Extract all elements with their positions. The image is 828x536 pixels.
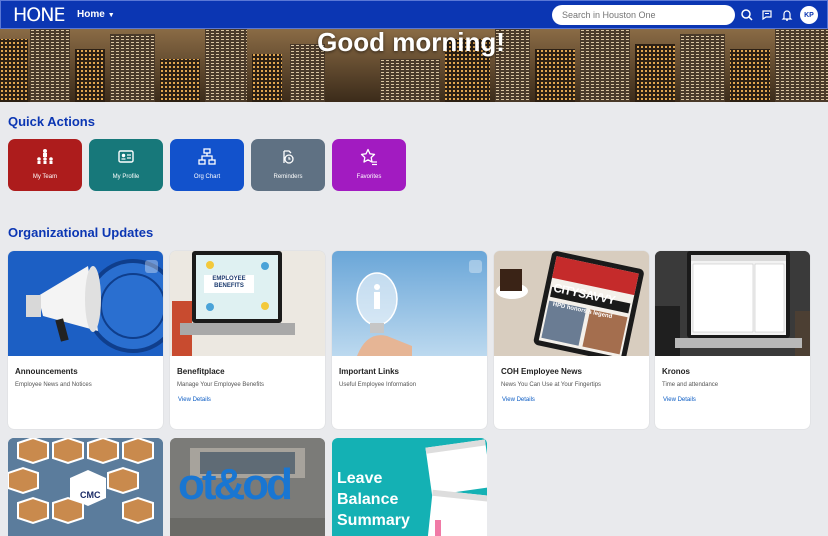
quick-action-my-profile[interactable]: My Profile [89,139,163,191]
info-lightbulb-image [332,251,487,356]
view-details-link[interactable]: View Details [502,397,535,403]
card-subtitle: Useful Employee Information [339,382,417,388]
org-updates-title: Organizational Updates [8,225,154,240]
view-details-link[interactable]: View Details [663,397,696,403]
card-cmc[interactable]: CMC [8,438,163,536]
hero-banner: Good morning! [0,29,828,102]
houston-one-logo[interactable]: HONE [13,4,65,26]
favorites-icon [360,148,377,166]
search-icon[interactable] [740,8,754,22]
cmc-collage-image [8,438,163,536]
home-menu-label: Home [77,9,105,20]
greeting-heading: Good morning! [0,29,828,55]
quick-actions-title: Quick Actions [8,114,95,129]
notifications-chat-icon[interactable] [760,8,774,22]
card-otod[interactable]: ot&od [170,438,325,536]
bell-icon[interactable] [780,8,794,22]
expand-icon[interactable] [469,260,482,273]
card-subtitle: Manage Your Employee Benefits [177,382,265,388]
card-title: Kronos [662,367,690,376]
employee-benefits-screen-text: EMPLOYEE BENEFITS [212,276,246,289]
quick-action-label: Favorites [356,174,382,180]
quick-action-favorites[interactable]: Favorites [332,139,406,191]
card-title: Benefitplace [177,367,225,376]
user-avatar[interactable]: KP [800,6,818,24]
quick-action-my-team[interactable]: My Team [8,139,82,191]
chevron-down-icon: ▼ [107,12,115,19]
card-subtitle: News You Can Use at Your Fingertips [501,382,602,388]
megaphone-image [8,251,163,356]
search-input[interactable] [552,5,735,25]
card-kronos[interactable]: Kronos Time and attendance View Details [655,251,810,429]
kronos-laptop-image [655,251,810,356]
reminder-icon [283,150,294,164]
quick-action-org-chart[interactable]: Org Chart [170,139,244,191]
card-coh-employee-news[interactable]: CITYSAVVY HPD honors a legend COH Employ… [494,251,649,429]
home-menu[interactable]: Home ▼ [77,9,115,20]
quick-action-label: Reminders [273,174,303,180]
card-title: Announcements [15,367,78,376]
profile-icon [118,150,134,163]
quick-action-label: My Team [32,174,58,180]
cmc-logo-text: CMC [80,490,101,500]
greeting-text: Good morning! [317,29,505,57]
quick-action-reminders[interactable]: Reminders [251,139,325,191]
quick-action-label: My Profile [112,174,140,180]
expand-icon[interactable] [145,260,158,273]
card-announcements[interactable]: Announcements Employee News and Notices [8,251,163,429]
card-title: COH Employee News [501,367,582,376]
city-savvy-tablet-image: CITYSAVVY HPD honors a legend [494,251,649,356]
view-details-link[interactable]: View Details [178,397,211,403]
leave-balance-summary-text: Leave Balance Summary [337,470,410,529]
card-leave-balance-summary[interactable]: Leave Balance Summary [332,438,487,536]
team-icon [37,149,53,164]
otod-sign-text: ot&od [178,460,293,509]
card-subtitle: Employee News and Notices [15,382,92,388]
card-subtitle: Time and attendance [662,382,719,388]
quick-action-label: Org Chart [193,174,221,180]
org-chart-icon [198,148,216,165]
card-benefitplace[interactable]: EMPLOYEE BENEFITS Benefitplace Manage Yo… [170,251,325,429]
top-navigation-bar: HONE Home▼ KP [0,0,828,29]
card-title: Important Links [339,367,400,376]
card-important-links[interactable]: Important Links Useful Employee Informat… [332,251,487,429]
employee-benefits-laptop-image: EMPLOYEE BENEFITS [170,251,325,356]
